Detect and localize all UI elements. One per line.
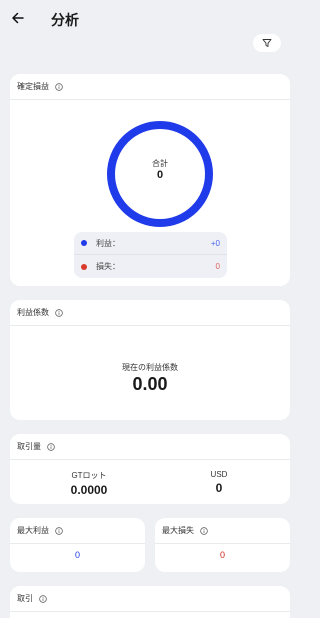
info-icon[interactable] <box>55 82 63 91</box>
max-profit-value: 0 <box>74 550 80 560</box>
page-title: 分析 <box>51 12 79 28</box>
info-icon[interactable] <box>55 526 63 535</box>
legend-row-loss: 損失： 0 <box>74 255 227 278</box>
max-loss-value: 0 <box>219 550 225 560</box>
volume-usd-value: 0 <box>215 481 223 495</box>
total-value: 0 <box>156 169 164 181</box>
card-header: 取引量 <box>10 434 290 460</box>
card-title: 取引量 <box>17 442 41 451</box>
card-header: 最大損失 <box>155 518 290 544</box>
card-header: 利益係数 <box>10 300 290 326</box>
card-header: 取引 <box>10 586 290 612</box>
volume-usd: USD 0 <box>199 470 239 495</box>
volume-card: 取引量 GTロット 0.0000 USD 0 <box>10 434 290 504</box>
loss-label: 損失： <box>96 262 120 271</box>
top-bar: 分析 <box>0 0 300 40</box>
loss-dot <box>81 263 87 270</box>
profit-factor-card: 利益係数 現在の利益係数 0.00 <box>10 300 290 420</box>
profit-value: +0 <box>210 238 220 248</box>
card-header: 最大利益 <box>10 518 145 544</box>
volume-lots: GTロット 0.0000 <box>50 470 128 497</box>
info-icon[interactable] <box>47 442 55 451</box>
filter-icon <box>262 39 272 47</box>
card-header: 確定損益 <box>10 74 290 100</box>
info-icon[interactable] <box>200 526 208 535</box>
legend-row-profit: 利益： +0 <box>74 232 227 255</box>
volume-lots-label: GTロット <box>71 471 107 480</box>
max-profit-card: 最大利益 0 <box>10 518 145 572</box>
profit-factor-value: 0.00 <box>132 374 168 394</box>
info-icon[interactable] <box>39 594 47 603</box>
loss-value: 0 <box>215 262 220 271</box>
trades-card: 取引 <box>10 586 290 618</box>
arrow-left-icon <box>12 12 24 24</box>
total-label: 合計 <box>152 159 168 168</box>
filter-button[interactable] <box>253 34 281 52</box>
card-title: 取引 <box>17 594 33 603</box>
back-button[interactable] <box>8 8 28 28</box>
volume-lots-value: 0.0000 <box>70 483 108 497</box>
profit-label: 利益： <box>96 238 120 248</box>
card-title: 利益係数 <box>17 308 49 317</box>
profit-dot <box>81 240 87 246</box>
realized-pnl-card: 確定損益 合計 0 利益： +0 損失： 0 <box>10 74 290 286</box>
analysis-page: 分析 確定損益 合計 0 利益： +0 損失： 0 利益係数 現在の利益係数 0… <box>0 0 300 618</box>
card-title: 最大損失 <box>162 526 194 535</box>
pnl-legend: 利益： +0 損失： 0 <box>74 232 227 278</box>
card-title: 最大利益 <box>17 526 49 535</box>
card-title: 確定損益 <box>17 82 49 91</box>
max-loss-card: 最大損失 0 <box>155 518 290 572</box>
info-icon[interactable] <box>55 308 63 317</box>
profit-factor-label: 現在の利益係数 <box>122 363 178 372</box>
volume-usd-label: USD <box>210 470 228 479</box>
